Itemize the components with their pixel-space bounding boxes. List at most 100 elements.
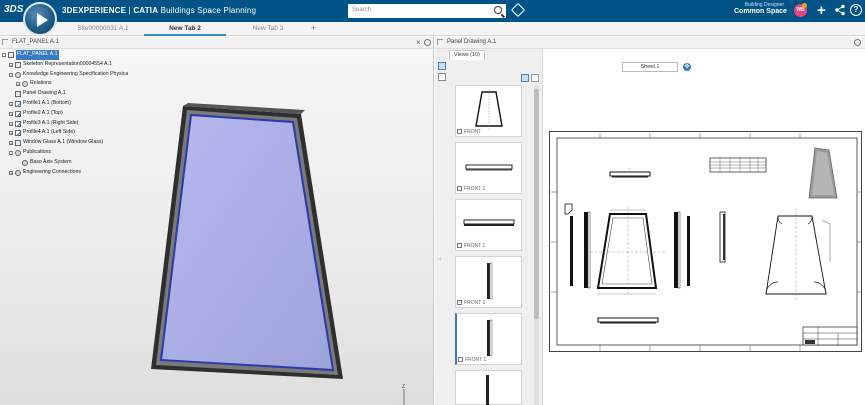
part-icon (15, 61, 21, 68)
view-thumbnail-front-1b[interactable]: FRONT 1 (455, 199, 522, 251)
view-thumbnail-front[interactable]: FRONT (455, 85, 522, 137)
plus-icon[interactable]: + (817, 3, 826, 18)
thumbnail-preview (486, 375, 489, 405)
svg-text:—: — (628, 166, 631, 170)
expand-icon[interactable]: + (9, 141, 13, 146)
tab-bar: Site00000031 A.1 New Tab 2 New Tab 3 + (0, 22, 865, 36)
left-side-profile (564, 203, 591, 289)
brand-module: Buildings Space Planning (160, 6, 257, 15)
tab-site[interactable]: Site00000031 A.1 (72, 22, 134, 36)
sketch-icon (15, 130, 21, 137)
bottom-profile-view (597, 317, 659, 324)
maximize-icon[interactable] (437, 39, 443, 45)
drawing-sheet[interactable]: — (549, 131, 862, 352)
drawing-sheet-content: — (551, 133, 862, 351)
collab-space-label: Common Space (734, 8, 787, 15)
tree-item-label: Publications (23, 148, 51, 155)
tree-item-label: Profile1 A.1 (Bottom) (23, 99, 71, 106)
tree-item-label: Profile3 A.1 (Right Side) (23, 119, 79, 126)
view-icon (457, 300, 462, 305)
section-view (765, 208, 831, 300)
tag-icon[interactable] (510, 2, 526, 18)
tab-new-tab-3[interactable]: New Tab 3 (230, 22, 306, 36)
title-block (802, 326, 858, 346)
role-selector[interactable]: Building Designer Common Space (734, 2, 787, 15)
expand-icon[interactable]: + (16, 82, 20, 87)
grid-view-button[interactable] (521, 74, 529, 82)
view-icon (457, 186, 462, 191)
tree-item-label: Panel Drawing A.1 (23, 90, 66, 97)
view-thumbnail-front-1[interactable]: FRONT 1 (455, 142, 522, 194)
views-panel-icon[interactable] (438, 62, 446, 70)
cog-icon (15, 149, 21, 156)
front-view (590, 206, 665, 295)
expand-icon[interactable]: + (9, 131, 13, 136)
search-icon[interactable] (494, 6, 502, 14)
collapse-icon[interactable]: - (9, 72, 13, 77)
play-icon (37, 13, 48, 27)
view-icon (458, 357, 463, 362)
part-icon (15, 91, 21, 98)
notification-badge (802, 3, 807, 8)
scrollbar-thumb[interactable] (534, 89, 539, 319)
tree-item-label: Knowledge Engineering Specification Phys… (23, 70, 129, 77)
part-icon (15, 140, 21, 147)
sketch-icon (15, 120, 21, 127)
view-caption: FRONT 1 (465, 357, 487, 363)
view-icon (457, 129, 462, 134)
views-list[interactable]: Views (10) ‹ FRONT FRONT 1 FRONT 1 FRONT… (435, 49, 543, 405)
share-icon[interactable] (834, 4, 846, 16)
view-caption: FRONT (464, 129, 482, 135)
axis-gizmo[interactable]: Z Y X (389, 383, 429, 405)
drawing-panel-title: Panel Drawing A.1 (447, 39, 497, 45)
views-tab[interactable]: Views (10) (449, 50, 485, 60)
tree-item-label: Relations (30, 80, 52, 87)
tree-item-label: Window Glass A.1 (Window Glass) (23, 139, 104, 146)
view-thumbnail-front-1c[interactable]: FRONT 1 (455, 256, 522, 308)
view-caption: FRONT 1 (464, 300, 486, 306)
top-profile-view: — (609, 166, 651, 178)
tree-item-label: Profile2 A.1 (Top) (23, 109, 63, 116)
add-tab-button[interactable]: + (311, 23, 316, 33)
ds-logo-icon: 3DS (4, 4, 24, 15)
collapse-icon[interactable]: - (2, 53, 6, 58)
search-placeholder: Search (352, 7, 372, 13)
part-icon (8, 52, 14, 58)
brand-catia: CATIA (133, 6, 159, 15)
layers-icon[interactable] (438, 73, 446, 81)
expand-icon[interactable]: + (9, 170, 13, 175)
view-icon (457, 243, 462, 248)
help-icon[interactable]: ? (850, 4, 862, 16)
cog-icon (15, 71, 21, 78)
tab-new-tab-2[interactable]: New Tab 2 (144, 22, 226, 36)
sketch-icon (15, 110, 21, 117)
bom-table (709, 157, 767, 173)
3d-viewer-panel[interactable]: FLAT_PANEL A.1 × - FLAT_PANEL A.1 + Skeleto… (0, 37, 434, 405)
sheet-tab[interactable]: Sheet.1 (622, 62, 678, 72)
tree-item-label: Profile4 A.1 (Left Side) (23, 129, 75, 136)
collapse-arrow-icon[interactable]: ‹ (439, 256, 441, 263)
move-icon[interactable]: ✥ (683, 63, 691, 71)
expand-icon[interactable]: + (9, 62, 13, 67)
expand-icon[interactable]: + (9, 111, 13, 116)
expand-icon[interactable]: + (9, 121, 13, 126)
app-title: 3DEXPERIENCE | CATIA Buildings Space Pla… (62, 6, 256, 15)
right-side-profiles (674, 211, 726, 289)
gear-icon[interactable] (854, 39, 861, 46)
view-caption: FRONT 1 (464, 186, 486, 192)
list-view-button[interactable] (531, 74, 539, 82)
tree-item-label: FLAT_PANEL A.1 (16, 50, 59, 60)
axis-z-label: Z (402, 384, 405, 390)
sketch-icon (15, 100, 21, 107)
compass-icon[interactable] (23, 2, 57, 36)
search-input[interactable]: Search (348, 4, 506, 18)
tree-item-label: Skeleton Representation00004554 A.1 (23, 60, 112, 67)
collapse-icon[interactable]: - (9, 150, 13, 155)
tree-item-label: Engineering Connections (23, 168, 81, 175)
views-scrollbar[interactable] (534, 85, 539, 405)
view-thumbnail-partial[interactable] (455, 370, 522, 405)
cog-icon (15, 169, 21, 176)
expand-icon[interactable]: + (9, 101, 13, 106)
brand-3dexperience: 3DEXPERIENCE (62, 6, 127, 15)
view-thumbnail-front-1d[interactable]: FRONT 1 (455, 313, 522, 365)
